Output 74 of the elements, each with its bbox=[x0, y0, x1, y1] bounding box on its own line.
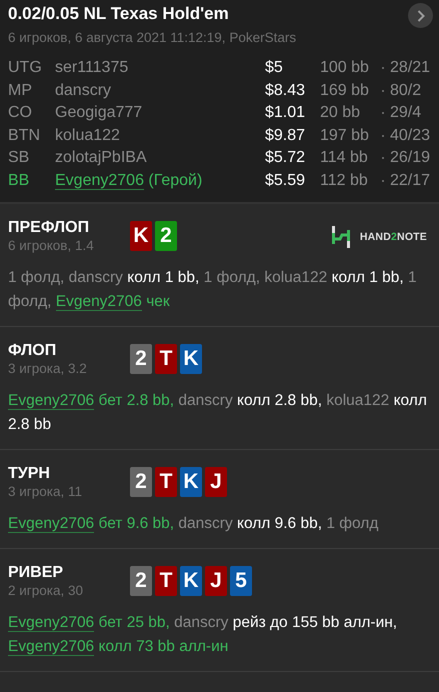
playing-card: 2 bbox=[130, 344, 152, 374]
street-title: ТУРН bbox=[8, 464, 51, 484]
street-info: 3 игрока, 11 bbox=[8, 484, 83, 499]
hero-label: (Герой) bbox=[148, 172, 202, 189]
separator-dot bbox=[382, 67, 384, 70]
seat-position: BTN bbox=[8, 126, 41, 145]
street-info: 2 игрока, 30 bbox=[8, 583, 84, 598]
player-stats: 80/2 bbox=[390, 82, 422, 100]
hand-info: 6 игроков, 6 августа 2021 11:12:19, PokerStars bbox=[8, 30, 296, 46]
seat-position: MP bbox=[8, 82, 33, 100]
playing-card: 5 bbox=[230, 566, 252, 596]
action-summary: 1 фолд, danscry колл 1 bb, 1 фолд, kolua122 колл 1 bb, 1 фолд, Evgeny2706 чек bbox=[8, 268, 418, 313]
separator-dot bbox=[382, 134, 384, 137]
logo-text: HAND2NOTE bbox=[360, 231, 427, 243]
stack-bb: 169 bb bbox=[320, 82, 370, 100]
player-link[interactable]: Evgeny2706 bbox=[56, 293, 142, 311]
separator-dot bbox=[382, 157, 384, 160]
player-link[interactable]: Evgeny2706 bbox=[55, 172, 144, 190]
player-link[interactable]: Evgeny2706 bbox=[8, 638, 94, 656]
next-button[interactable] bbox=[408, 3, 433, 28]
playing-card: 2 bbox=[155, 221, 177, 251]
player-stats: 29/4 bbox=[390, 104, 422, 122]
player-name: danscry bbox=[55, 82, 112, 100]
playing-card: J bbox=[205, 566, 227, 596]
player-link[interactable]: Evgeny2706 bbox=[8, 515, 94, 533]
street-title: ФЛОП bbox=[8, 341, 58, 361]
seat-position: SB bbox=[8, 149, 30, 168]
stack-bb: 112 bb bbox=[320, 172, 369, 190]
stack-bb: 114 bb bbox=[320, 149, 369, 168]
player-link[interactable]: Evgeny2706 bbox=[8, 614, 94, 632]
seat-position: UTG bbox=[8, 59, 43, 78]
playing-card: 2 bbox=[130, 467, 152, 497]
separator-dot bbox=[382, 112, 384, 114]
stack-amount: $9.87 bbox=[265, 126, 306, 145]
player-stats: 26/19 bbox=[390, 149, 431, 168]
stack-bb: 100 bb bbox=[320, 59, 370, 78]
playing-card: K bbox=[180, 467, 202, 497]
stack-amount: $5 bbox=[265, 59, 284, 78]
playing-card: J bbox=[205, 467, 227, 497]
action-summary: Evgeny2706 бет 25 bb, danscry рейз до 155 bb алл-ин, Evgeny2706 колл 73 bb алл-ин bbox=[8, 613, 398, 658]
separator-dot bbox=[382, 90, 384, 92]
playing-card: K bbox=[180, 344, 202, 374]
playing-card: T bbox=[155, 467, 177, 497]
player-stats: 28/21 bbox=[390, 59, 431, 78]
player-stats: 22/17 bbox=[390, 172, 431, 190]
player-stats: 40/23 bbox=[390, 126, 431, 145]
street-title: РИВЕР bbox=[8, 563, 64, 583]
player-name: kolua122 bbox=[55, 126, 121, 145]
player-name: ser111375 bbox=[55, 59, 130, 78]
player-link[interactable]: Evgeny2706 bbox=[8, 392, 94, 410]
playing-card: K bbox=[130, 221, 152, 251]
seat-position: CO bbox=[8, 104, 33, 122]
street-info: 6 игроков, 1.4 bbox=[8, 238, 95, 253]
street-info: 3 игрока, 3.2 bbox=[8, 361, 88, 376]
logo-icon bbox=[330, 226, 351, 248]
stack-bb: 197 bb bbox=[320, 126, 370, 145]
chevron-right-icon bbox=[416, 10, 424, 22]
street-title: ПРЕФЛОП bbox=[8, 218, 90, 238]
playing-card: 2 bbox=[130, 566, 152, 596]
action-summary: Evgeny2706 бет 9.6 bb, danscry колл 9.6 bb, 1 фолд bbox=[8, 514, 380, 535]
hand-title: 0.02/0.05 NL Texas Hold'em bbox=[8, 3, 230, 25]
action-summary: Evgeny2706 бет 2.8 bb, danscry колл 2.8 bb, kolua122 колл 2.8 bb bbox=[8, 391, 428, 435]
stack-bb: 20 bb bbox=[320, 104, 362, 122]
playing-card: T bbox=[155, 566, 177, 596]
player-name: Geogiga777 bbox=[55, 104, 144, 122]
stack-amount: $5.72 bbox=[265, 149, 306, 168]
playing-card: K bbox=[180, 566, 202, 596]
seat-position: BB bbox=[8, 172, 30, 190]
stack-amount: $8.43 bbox=[265, 82, 306, 100]
playing-card: T bbox=[155, 344, 177, 374]
separator-dot bbox=[382, 180, 384, 182]
stack-amount: $5.59 bbox=[265, 172, 306, 190]
player-name: zolotajPbIBA bbox=[55, 149, 148, 168]
stack-amount: $1.01 bbox=[265, 104, 306, 122]
